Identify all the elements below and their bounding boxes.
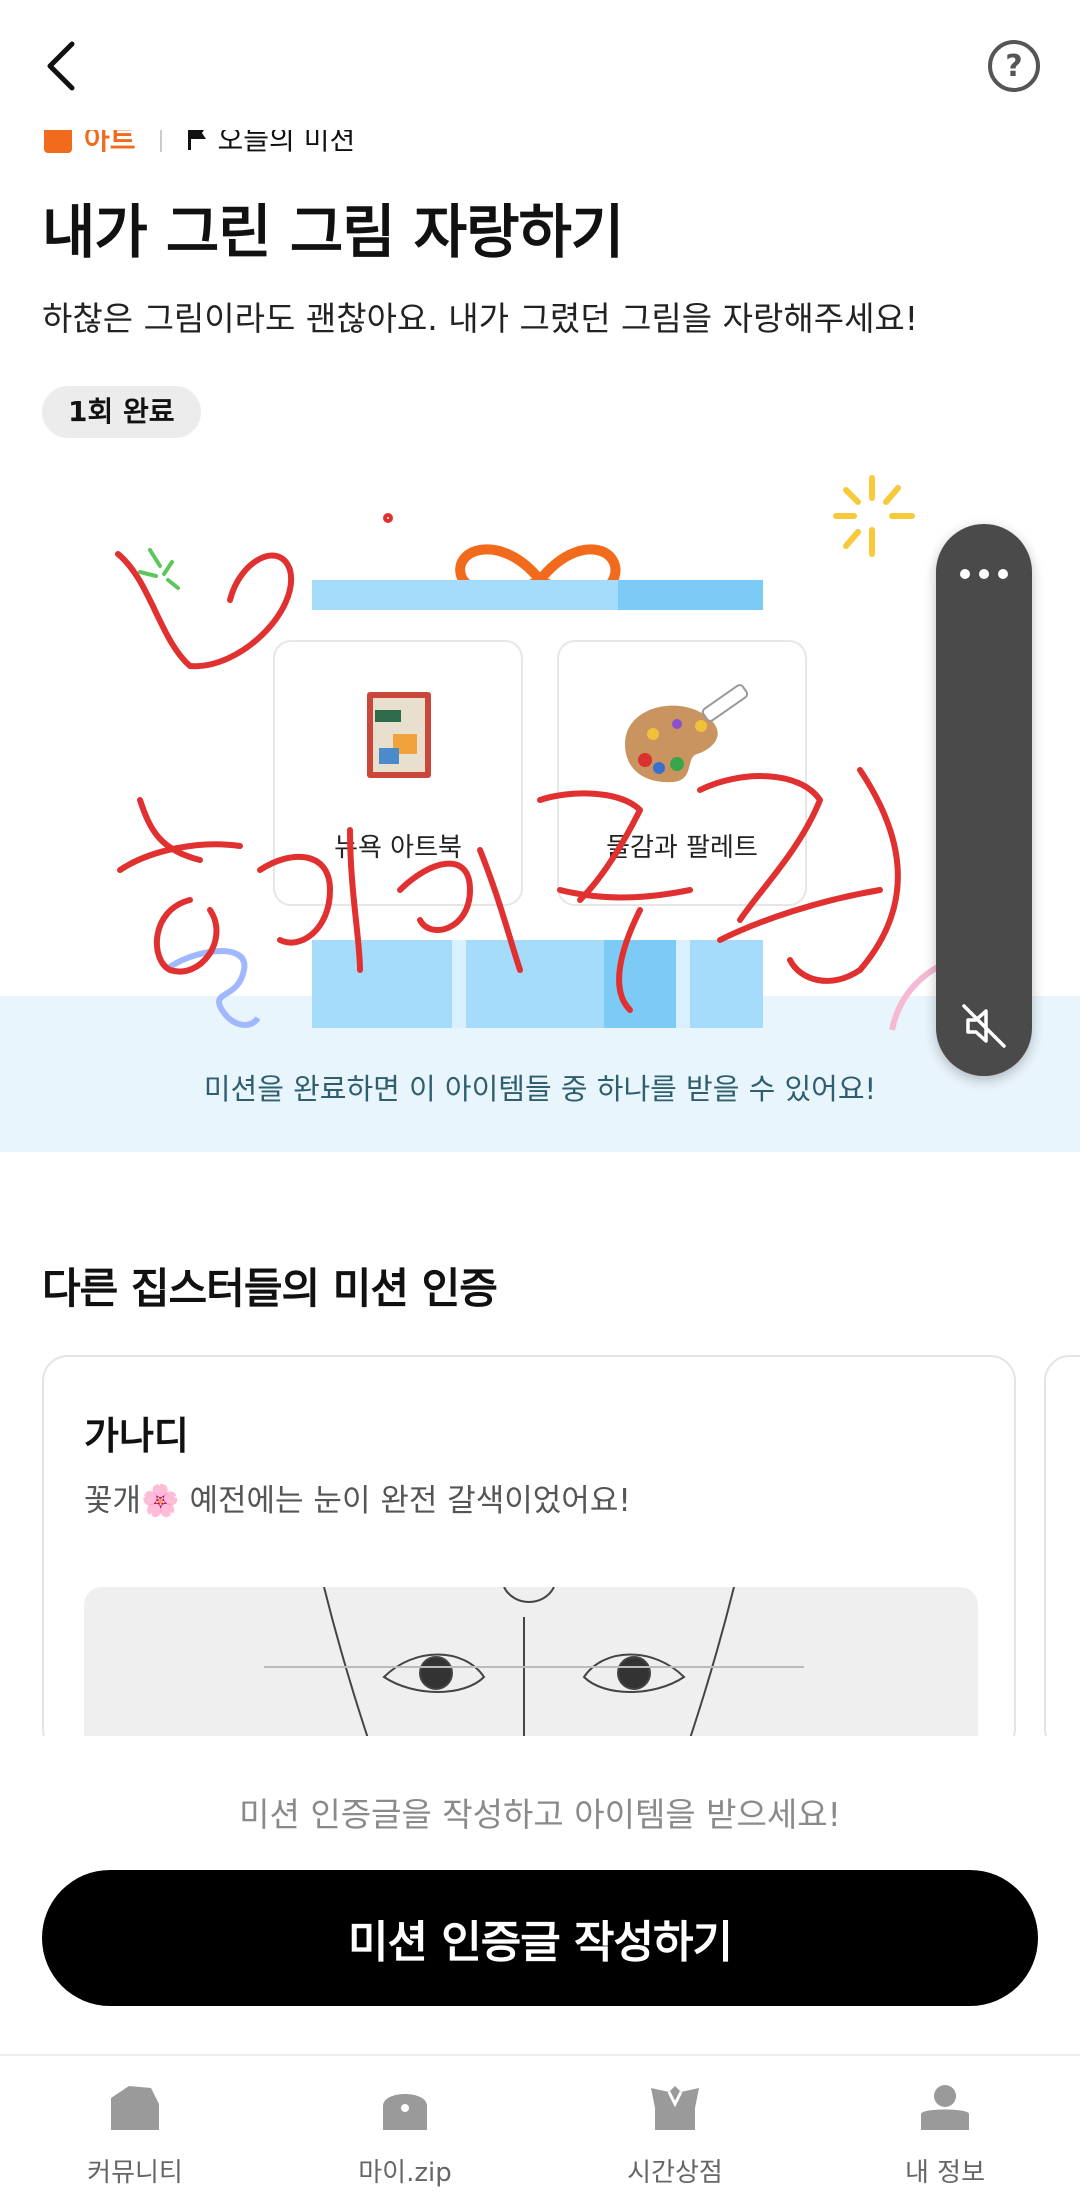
cta-hint: 미션 인증글을 작성하고 아이템을 받으세요! bbox=[239, 1795, 841, 1834]
post-image[interactable] bbox=[84, 1587, 978, 1753]
others-section-title: 다른 집스터들의 미션 인증 bbox=[42, 1264, 498, 1313]
help-icon: ? bbox=[1005, 48, 1023, 84]
nav-label: 내 정보 bbox=[904, 2158, 986, 2188]
nav-item-myzip[interactable]: 마이.zip bbox=[270, 2056, 540, 2199]
post-text: 꽃개🌸 예전에는 눈이 완전 갈색이었어요! bbox=[84, 1483, 631, 1519]
post-author: 가나디 bbox=[84, 1414, 189, 1458]
back-button[interactable] bbox=[30, 30, 100, 100]
myzip-icon bbox=[383, 2094, 427, 2130]
nav-label: 마이.zip bbox=[358, 2158, 452, 2188]
pencil-drawing-image bbox=[264, 1587, 804, 1753]
mission-post-card[interactable]: 가나디 꽃개🌸 예전에는 눈이 완전 갈색이었어요! bbox=[42, 1355, 1016, 1755]
floating-media-panel bbox=[936, 524, 1032, 1076]
community-icon bbox=[111, 2086, 159, 2130]
completion-badge: 1회 완료 bbox=[42, 386, 201, 438]
back-arrow-icon bbox=[47, 41, 75, 91]
nav-item-profile[interactable]: 내 정보 bbox=[810, 2056, 1080, 2199]
help-button[interactable]: ? bbox=[988, 40, 1040, 92]
nav-item-shop[interactable]: 시간상점 bbox=[540, 2056, 810, 2199]
nav-label: 시간상점 bbox=[627, 2158, 723, 2188]
more-icon[interactable] bbox=[960, 564, 1008, 584]
reward-notice: 미션을 완료하면 이 아이템들 중 하나를 받을 수 있어요! bbox=[203, 1072, 877, 1106]
mission-title: 내가 그린 그림 자랑하기 bbox=[42, 198, 624, 266]
profile-icon bbox=[921, 2085, 969, 2130]
shop-icon bbox=[651, 2086, 699, 2130]
nav-item-community[interactable]: 커뮤니티 bbox=[0, 2056, 270, 2199]
nav-label: 커뮤니티 bbox=[87, 2158, 183, 2188]
top-bar bbox=[0, 0, 1080, 130]
mission-post-card-next[interactable] bbox=[1044, 1355, 1080, 1755]
bottom-nav: 커뮤니티 마이.zip 시간상점 내 정보 bbox=[0, 2054, 1080, 2199]
write-post-button[interactable]: 미션 인증글 작성하기 bbox=[42, 1870, 1038, 2006]
mute-icon[interactable] bbox=[958, 1000, 1010, 1052]
handwriting-scribble bbox=[115, 513, 901, 1013]
mission-description: 하찮은 그림이라도 괜찮아요. 내가 그렸던 그림을 자랑해주세요! bbox=[42, 299, 919, 338]
